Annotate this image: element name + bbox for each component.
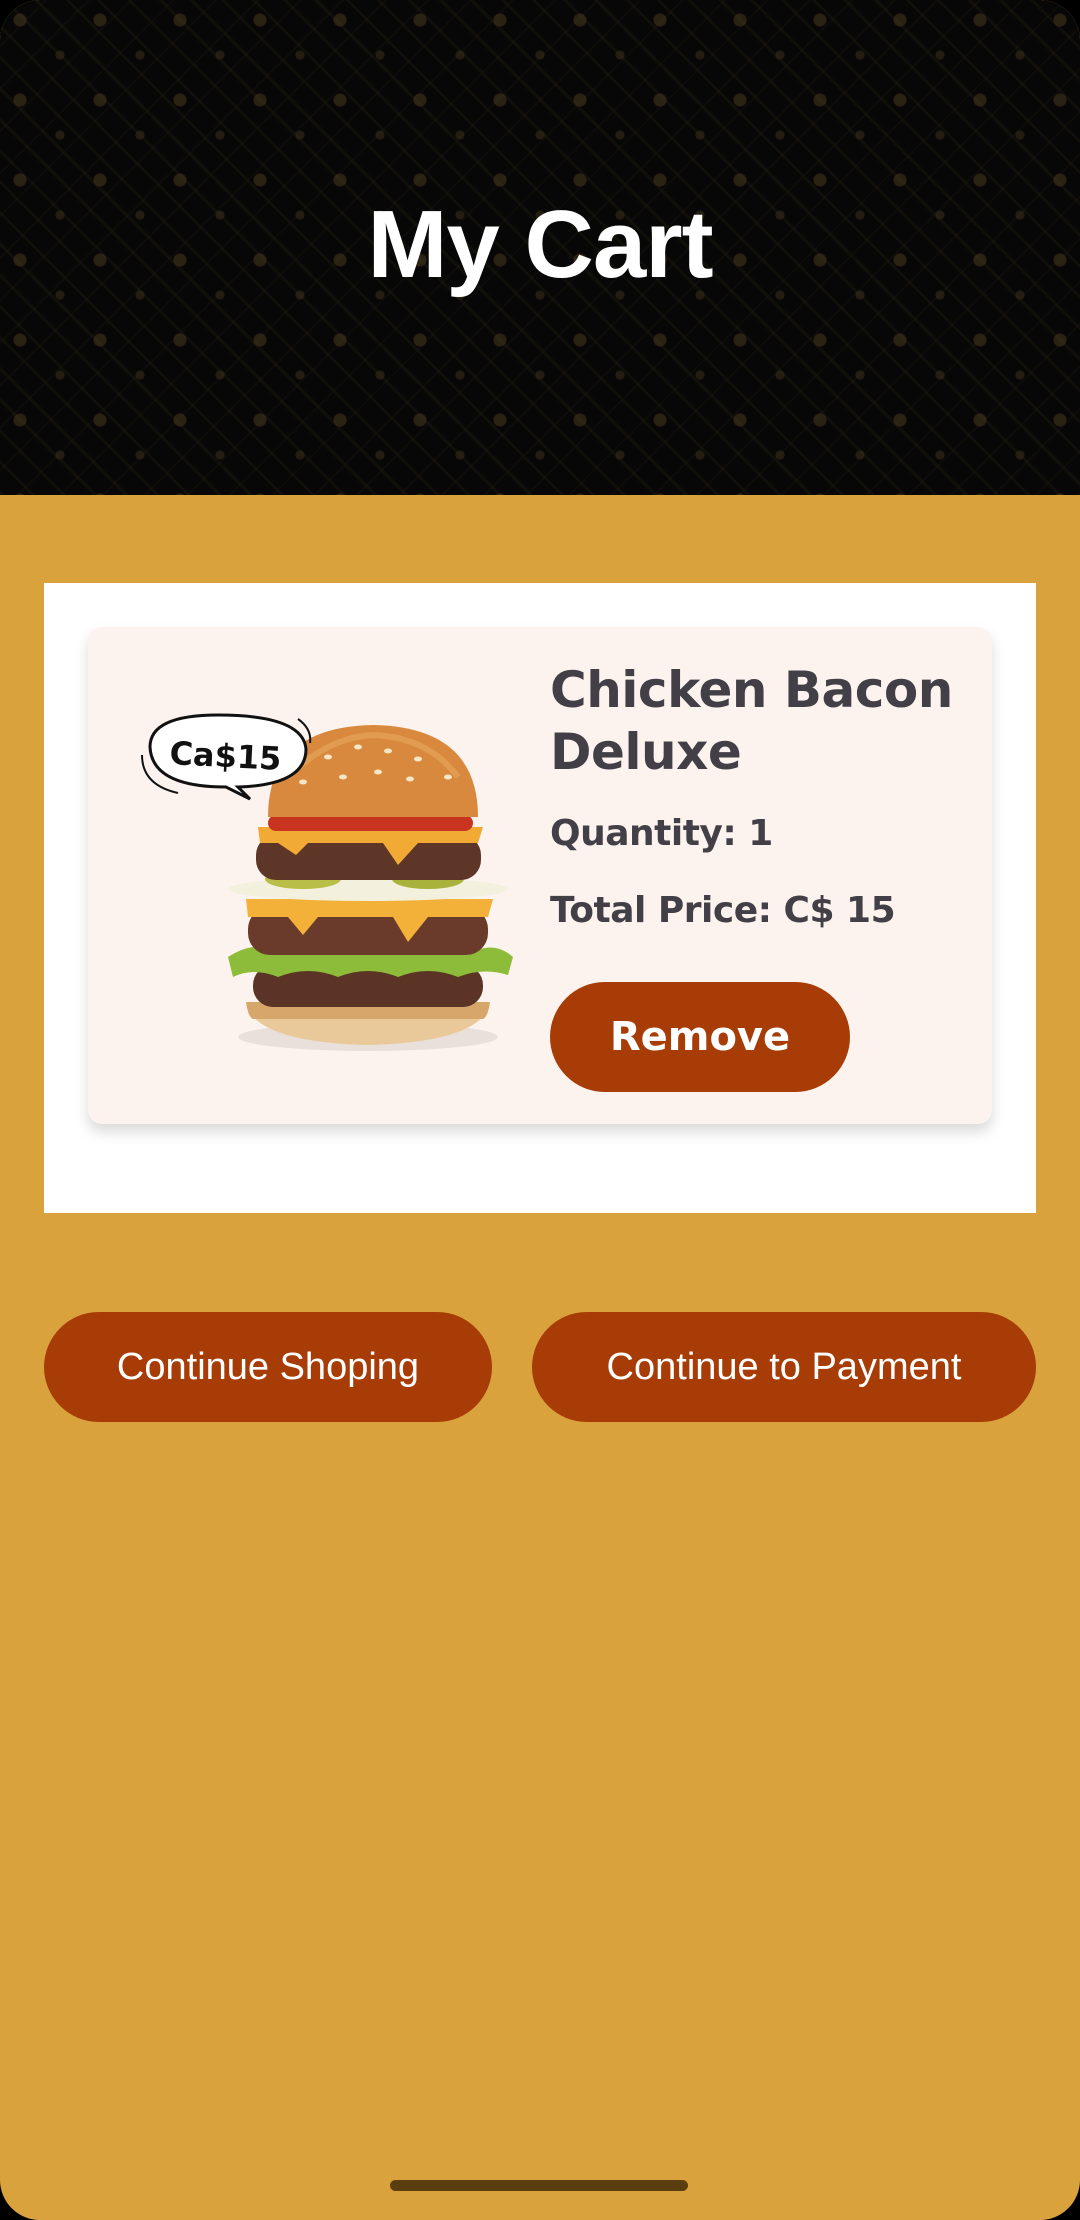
cart-item: Ca$15 Chicken Bacon Deluxe Quantity: 1 T… [88, 627, 992, 1124]
app-screen: My Cart Ca$15 Chicken Bacon Deluxe Quant… [0, 0, 1080, 2220]
continue-shopping-button[interactable]: Continue Shoping [44, 1312, 492, 1422]
product-info: Chicken Bacon Deluxe Quantity: 1 Total P… [550, 659, 970, 931]
product-total-price: Total Price: C$ 15 [550, 890, 896, 931]
remove-button[interactable]: Remove [550, 982, 850, 1092]
continue-to-payment-button[interactable]: Continue to Payment [532, 1312, 1036, 1422]
home-indicator[interactable] [390, 2180, 688, 2191]
page-title: My Cart [367, 191, 713, 298]
cart-panel: Ca$15 Chicken Bacon Deluxe Quantity: 1 T… [44, 583, 1036, 1213]
product-name: Chicken Bacon Deluxe [550, 661, 953, 781]
header-banner: My Cart [0, 0, 1080, 495]
product-quantity: Quantity: 1 [550, 813, 773, 854]
